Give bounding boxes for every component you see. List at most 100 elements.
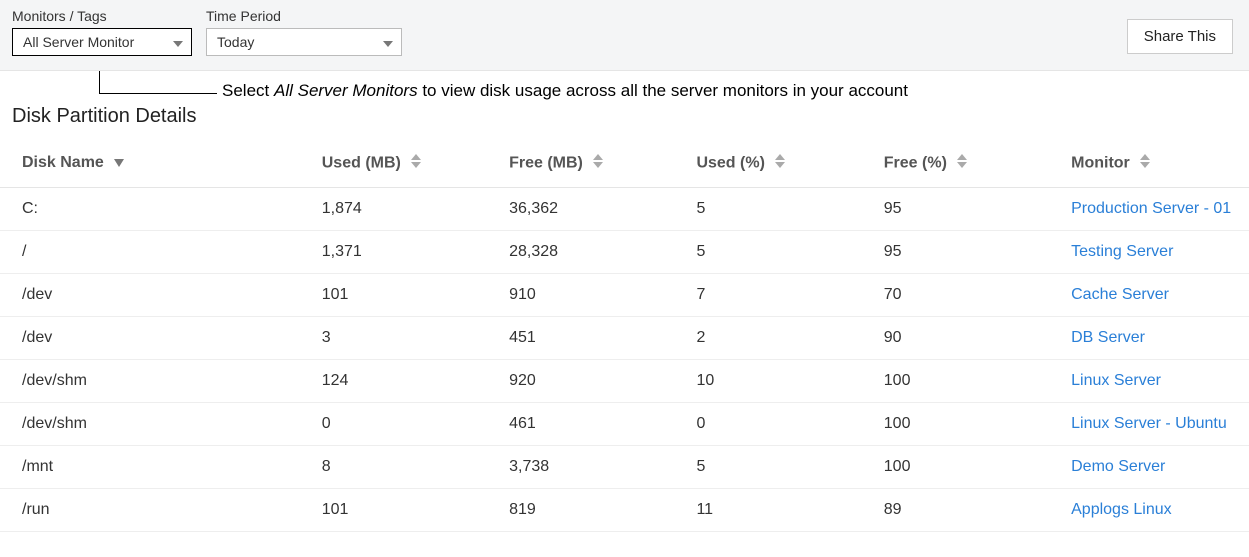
sort-both-icon (775, 154, 785, 173)
table-row: /run1018191189 Applogs Linux (0, 489, 1249, 532)
cell-free-pct: 95 (862, 231, 1049, 274)
callout-prefix: Select (222, 81, 274, 100)
cell-monitor: Linux Server (1049, 360, 1249, 403)
time-dropdown[interactable]: Today (206, 28, 402, 56)
col-label: Free (%) (884, 155, 947, 172)
cell-disk: / (0, 231, 300, 274)
cell-disk: /dev/shm (0, 403, 300, 446)
monitors-dropdown-value: All Server Monitor (23, 34, 134, 50)
callout-suffix: to view disk usage across all the server… (418, 81, 908, 100)
cell-free-pct: 100 (862, 403, 1049, 446)
col-label: Used (MB) (322, 155, 401, 172)
monitor-link[interactable]: Demo Server (1071, 458, 1165, 475)
table-row: /mnt83,7385100 Demo Server (0, 446, 1249, 489)
cell-used-pct: 0 (674, 403, 861, 446)
col-header-monitor[interactable]: Monitor (1049, 140, 1249, 188)
cell-used-pct: 5 (674, 446, 861, 489)
callout-text: Select All Server Monitors to view disk … (222, 81, 908, 101)
table-row: C:1,87436,362595 Production Server - 01 (0, 188, 1249, 231)
col-header-used-pct[interactable]: Used (%) (674, 140, 861, 188)
monitors-dropdown[interactable]: All Server Monitor (12, 28, 192, 56)
cell-used-mb: 1,874 (300, 188, 487, 231)
cell-free-pct: 100 (862, 360, 1049, 403)
cell-used-pct: 7 (674, 274, 861, 317)
monitor-link[interactable]: Production Server - 01 (1071, 200, 1231, 217)
col-header-used-mb[interactable]: Used (MB) (300, 140, 487, 188)
cell-free-mb: 920 (487, 360, 674, 403)
table-row: /dev/shm04610100Linux Server - Ubuntu (0, 403, 1249, 446)
monitor-link[interactable]: Linux Server - Ubuntu (1071, 415, 1227, 432)
col-label: Monitor (1071, 155, 1130, 172)
filter-bar: Monitors / Tags All Server Monitor Time … (0, 0, 1249, 71)
cell-disk: /mnt (0, 446, 300, 489)
callout-line-horizontal (99, 93, 217, 94)
cell-free-pct: 95 (862, 188, 1049, 231)
cell-used-mb: 101 (300, 274, 487, 317)
cell-used-mb: 101 (300, 489, 487, 532)
time-filter-label: Time Period (206, 8, 402, 24)
col-header-free-pct[interactable]: Free (%) (862, 140, 1049, 188)
chevron-down-icon (383, 34, 393, 50)
cell-used-mb: 1,371 (300, 231, 487, 274)
cell-disk: /dev/shm (0, 360, 300, 403)
callout-emph: All Server Monitors (274, 81, 418, 100)
monitors-filter-label: Monitors / Tags (12, 8, 192, 24)
cell-free-mb: 461 (487, 403, 674, 446)
cell-free-mb: 910 (487, 274, 674, 317)
cell-monitor: Demo Server (1049, 446, 1249, 489)
cell-monitor: DB Server (1049, 317, 1249, 360)
cell-used-pct: 10 (674, 360, 861, 403)
cell-used-mb: 3 (300, 317, 487, 360)
table-row: /dev/shm12492010100 Linux Server (0, 360, 1249, 403)
col-label: Disk Name (22, 155, 104, 172)
sort-desc-icon (114, 154, 124, 172)
col-header-free-mb[interactable]: Free (MB) (487, 140, 674, 188)
cell-free-mb: 451 (487, 317, 674, 360)
cell-disk: C: (0, 188, 300, 231)
table-row: /dev3451290DB Server (0, 317, 1249, 360)
cell-free-mb: 819 (487, 489, 674, 532)
chevron-down-icon (173, 34, 183, 50)
cell-used-pct: 2 (674, 317, 861, 360)
monitors-filter: Monitors / Tags All Server Monitor (12, 8, 192, 56)
sort-both-icon (957, 154, 967, 173)
cell-used-pct: 5 (674, 231, 861, 274)
cell-monitor: Testing Server (1049, 231, 1249, 274)
annotation-callout: Select All Server Monitors to view disk … (0, 71, 1249, 99)
time-filter: Time Period Today (206, 8, 402, 56)
callout-line-vertical (99, 71, 100, 93)
cell-monitor: Applogs Linux (1049, 489, 1249, 532)
monitor-link[interactable]: Linux Server (1071, 372, 1161, 389)
cell-used-mb: 124 (300, 360, 487, 403)
table-row: /1,37128,328595 Testing Server (0, 231, 1249, 274)
disk-table: Disk Name Used (MB) Free (MB) Used (%) (0, 140, 1249, 532)
cell-disk: /dev (0, 274, 300, 317)
cell-free-mb: 28,328 (487, 231, 674, 274)
cell-used-mb: 8 (300, 446, 487, 489)
table-row: /dev101910770Cache Server (0, 274, 1249, 317)
col-label: Free (MB) (509, 155, 583, 172)
cell-used-mb: 0 (300, 403, 487, 446)
cell-monitor: Production Server - 01 (1049, 188, 1249, 231)
monitor-link[interactable]: Testing Server (1071, 243, 1173, 260)
cell-disk: /run (0, 489, 300, 532)
sort-both-icon (411, 154, 421, 173)
cell-monitor: Linux Server - Ubuntu (1049, 403, 1249, 446)
sort-both-icon (593, 154, 603, 173)
cell-free-pct: 100 (862, 446, 1049, 489)
cell-free-mb: 3,738 (487, 446, 674, 489)
cell-disk: /dev (0, 317, 300, 360)
cell-free-pct: 89 (862, 489, 1049, 532)
monitor-link[interactable]: DB Server (1071, 329, 1145, 346)
cell-free-mb: 36,362 (487, 188, 674, 231)
col-header-disk[interactable]: Disk Name (0, 140, 300, 188)
cell-used-pct: 5 (674, 188, 861, 231)
cell-used-pct: 11 (674, 489, 861, 532)
cell-monitor: Cache Server (1049, 274, 1249, 317)
monitor-link[interactable]: Applogs Linux (1071, 501, 1172, 518)
share-button[interactable]: Share This (1127, 19, 1233, 54)
monitor-link[interactable]: Cache Server (1071, 286, 1169, 303)
time-dropdown-value: Today (217, 34, 254, 50)
sort-both-icon (1140, 154, 1150, 173)
section-title: Disk Partition Details (12, 105, 1249, 128)
